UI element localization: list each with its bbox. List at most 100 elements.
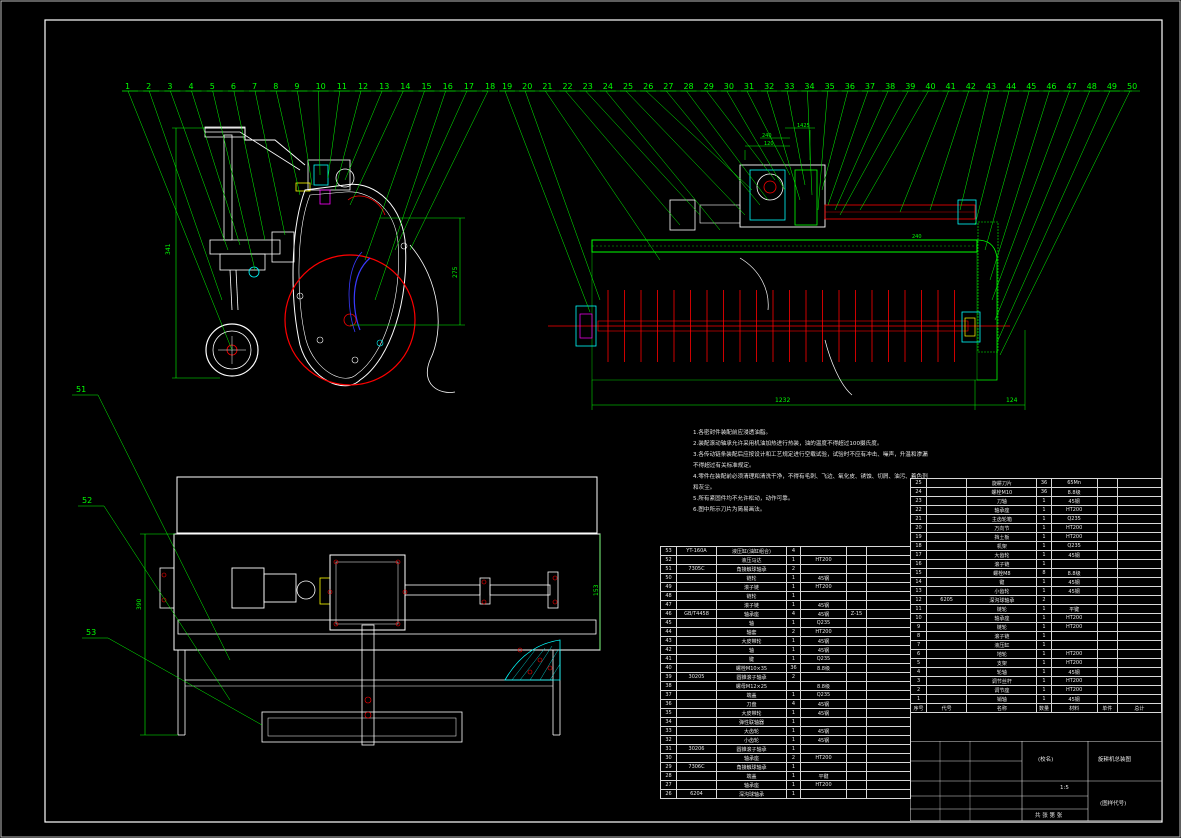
bom-cell: HT200	[800, 753, 847, 763]
bom-cell: HT200	[1050, 532, 1098, 542]
bom-row: 15 螺栓M8 8 8.8级	[909, 568, 1163, 578]
bom-cell: 调节丝杆	[966, 676, 1038, 686]
leader-line	[827, 90, 869, 206]
bom-cell: 圆锥滚子轴承	[716, 672, 787, 682]
bom-cell: 1	[786, 708, 801, 718]
callout-number: 30	[724, 82, 734, 91]
callout-numbers: 1 2 3 4 5 6 7 8 9 10 11 12 13 14 15 16 17 18 19 20 21 22 23 24 2…	[122, 82, 1140, 92]
callout-number: 44	[1006, 82, 1016, 91]
bom-cell: 42	[660, 645, 677, 655]
bom-cell	[926, 586, 968, 596]
callout-number: 43	[986, 82, 996, 91]
bom-cell	[676, 708, 717, 718]
bom-row: 28 端盖 1 平键	[660, 771, 911, 781]
bom-cell: 2	[909, 685, 928, 695]
bom-cell: 地轮	[966, 649, 1038, 659]
bom-cell: 1	[1036, 577, 1052, 587]
bom-cell	[1096, 541, 1118, 551]
bom-header-cell: 材料	[1050, 703, 1098, 713]
bom-row: 38 螺母M12×25 8.8级	[660, 681, 911, 691]
bom-cell	[1116, 658, 1163, 668]
bom-header-cell: 代号	[926, 703, 968, 713]
bom-row: 41 键 1 Q235	[660, 654, 911, 664]
bom-cell: 9	[909, 622, 928, 632]
bom-cell: 1	[786, 690, 801, 700]
bom-cell: 1	[786, 645, 801, 655]
bom-row: 53 YT-160A 液压缸(油缸组合) 4	[660, 546, 911, 556]
bom-cell	[1096, 667, 1118, 677]
bom-cell	[1116, 541, 1163, 551]
bom-row: 5 支架 1 HT200	[909, 658, 1163, 668]
bom-cell: 45钢	[800, 726, 847, 736]
bom-cell	[866, 609, 911, 619]
bom-cell: 链轮	[716, 573, 787, 583]
bom-cell: 1	[1036, 658, 1052, 668]
bolt-hole	[481, 579, 487, 585]
bom-row: 26 6204 深沟球轴承 1	[660, 789, 911, 799]
callout-number: 16	[443, 82, 453, 91]
bom-cell	[866, 591, 911, 601]
bom-cell	[1096, 649, 1118, 659]
leader-line	[103, 505, 231, 701]
bom-cell: 1	[1036, 631, 1052, 641]
bom-cell	[1096, 505, 1118, 515]
bom-cell	[1116, 604, 1163, 614]
sheet-count: 共 张 第 张	[1035, 813, 1063, 819]
bom-cell	[866, 600, 911, 610]
bom-cell: 1	[1036, 604, 1052, 614]
bom-cell: 33	[660, 726, 677, 736]
callout-number: 13	[379, 82, 389, 91]
bom-cell	[1116, 496, 1163, 506]
leader-line	[605, 90, 721, 231]
bom-cell: 45钢	[800, 645, 847, 655]
callout-number: 10	[316, 82, 326, 91]
bom-cell: Z-15	[846, 609, 867, 619]
leader-line	[191, 90, 241, 246]
title-block: (校名) 旋耕机总装图 1:5 共 张 第 张 (图样代号)	[910, 741, 1162, 821]
bom-cell	[1096, 604, 1118, 614]
dim-bottom-right: 153	[593, 584, 600, 596]
bom-cell: 1	[1036, 667, 1052, 677]
bom-cell	[676, 636, 717, 646]
bom-cell	[1096, 496, 1118, 506]
bom-row: 1 销轴 1 45钢	[909, 694, 1163, 704]
bom-cell: 29	[660, 762, 677, 772]
bom-cell: 12	[909, 595, 928, 605]
bom-header-cell: 总计	[1116, 703, 1163, 713]
bom-cell: 65Mn	[1050, 478, 1098, 488]
callout-number: 8	[273, 82, 278, 91]
bom-cell: 40	[660, 663, 677, 673]
leader-line	[297, 90, 313, 186]
bom-cell: HT200	[1050, 523, 1098, 533]
bom-cell: 8.8级	[1050, 487, 1098, 497]
bom-cell: 滚子链	[966, 559, 1038, 569]
bom-cell: 4	[786, 609, 801, 619]
bom-cell: 32	[660, 735, 677, 745]
bom-cell: 35	[660, 708, 677, 718]
bom-row: 33 大齿轮 1 45钢	[660, 726, 911, 736]
bom-cell: 8	[1036, 568, 1052, 578]
bom-cell	[866, 726, 911, 736]
bom-header-row: 序号 代号 名称 数量 材料 单件 总计	[909, 703, 1163, 713]
bom-cell	[926, 631, 968, 641]
bom-cell: HT200	[800, 780, 847, 790]
side-callout-number: 51	[76, 385, 86, 394]
dim-front-width: 1232	[775, 397, 790, 404]
leader-line	[929, 90, 969, 211]
bom-header-cell: 名称	[966, 703, 1038, 713]
bom-cell	[866, 582, 911, 592]
bom-row: 3 调节丝杆 1 HT200	[909, 676, 1163, 686]
bom-cell	[1116, 595, 1163, 605]
bom-cell: 6	[909, 649, 928, 659]
bom-cell: 1	[1036, 514, 1052, 524]
bom-row: 44 轴套 2 HT200	[660, 627, 911, 637]
bom-cell: 弹性联轴器	[716, 717, 787, 727]
bom-cell: GB/T4458	[676, 609, 717, 619]
bom-cell: 深沟球轴承	[716, 789, 787, 799]
bom-cell: HT200	[1050, 505, 1098, 515]
bom-row: 32 小齿轮 1 45钢	[660, 735, 911, 745]
bom-cell	[800, 789, 847, 799]
callout-number: 39	[905, 82, 915, 91]
bom-cell: 15	[909, 568, 928, 578]
bom-cell: 1	[1036, 586, 1052, 596]
